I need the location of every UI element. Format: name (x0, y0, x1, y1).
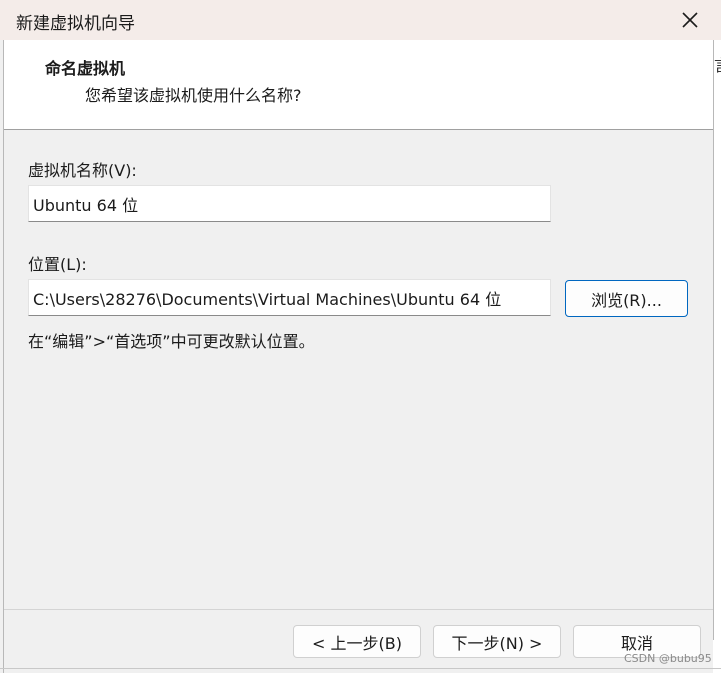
title-bar: 新建虚拟机向导 (0, 0, 721, 40)
new-vm-wizard-window: 新建虚拟机向导 言 命名虚拟机 您希望该虚拟机使用什么名称? 虚拟机名称(V):… (0, 0, 721, 673)
wizard-header: 命名虚拟机 您希望该虚拟机使用什么名称? (4, 40, 713, 130)
vm-name-input[interactable] (28, 185, 551, 222)
close-icon (682, 12, 698, 28)
vm-name-label: 虚拟机名称(V): (28, 161, 137, 180)
watermark-text: CSDN @bubu95 (624, 652, 712, 665)
page-subtitle: 您希望该虚拟机使用什么名称? (85, 86, 302, 105)
background-partial-text: 言 (714, 52, 721, 76)
page-title: 命名虚拟机 (45, 59, 126, 78)
window-title: 新建虚拟机向导 (16, 14, 135, 34)
browse-button[interactable]: 浏览(R)... (565, 280, 688, 317)
location-label: 位置(L): (28, 255, 87, 274)
footer-divider (4, 609, 713, 610)
window-right-edge (713, 40, 721, 673)
window-right-border (713, 40, 714, 640)
default-location-hint: 在“编辑”>“首选项”中可更改默认位置。 (28, 332, 315, 351)
close-button[interactable] (668, 2, 712, 38)
location-input[interactable] (28, 279, 551, 316)
window-bottom-border (0, 668, 721, 669)
back-button[interactable]: < 上一步(B) (293, 625, 421, 658)
next-button[interactable]: 下一步(N) > (433, 625, 561, 658)
window-left-edge (0, 40, 4, 673)
